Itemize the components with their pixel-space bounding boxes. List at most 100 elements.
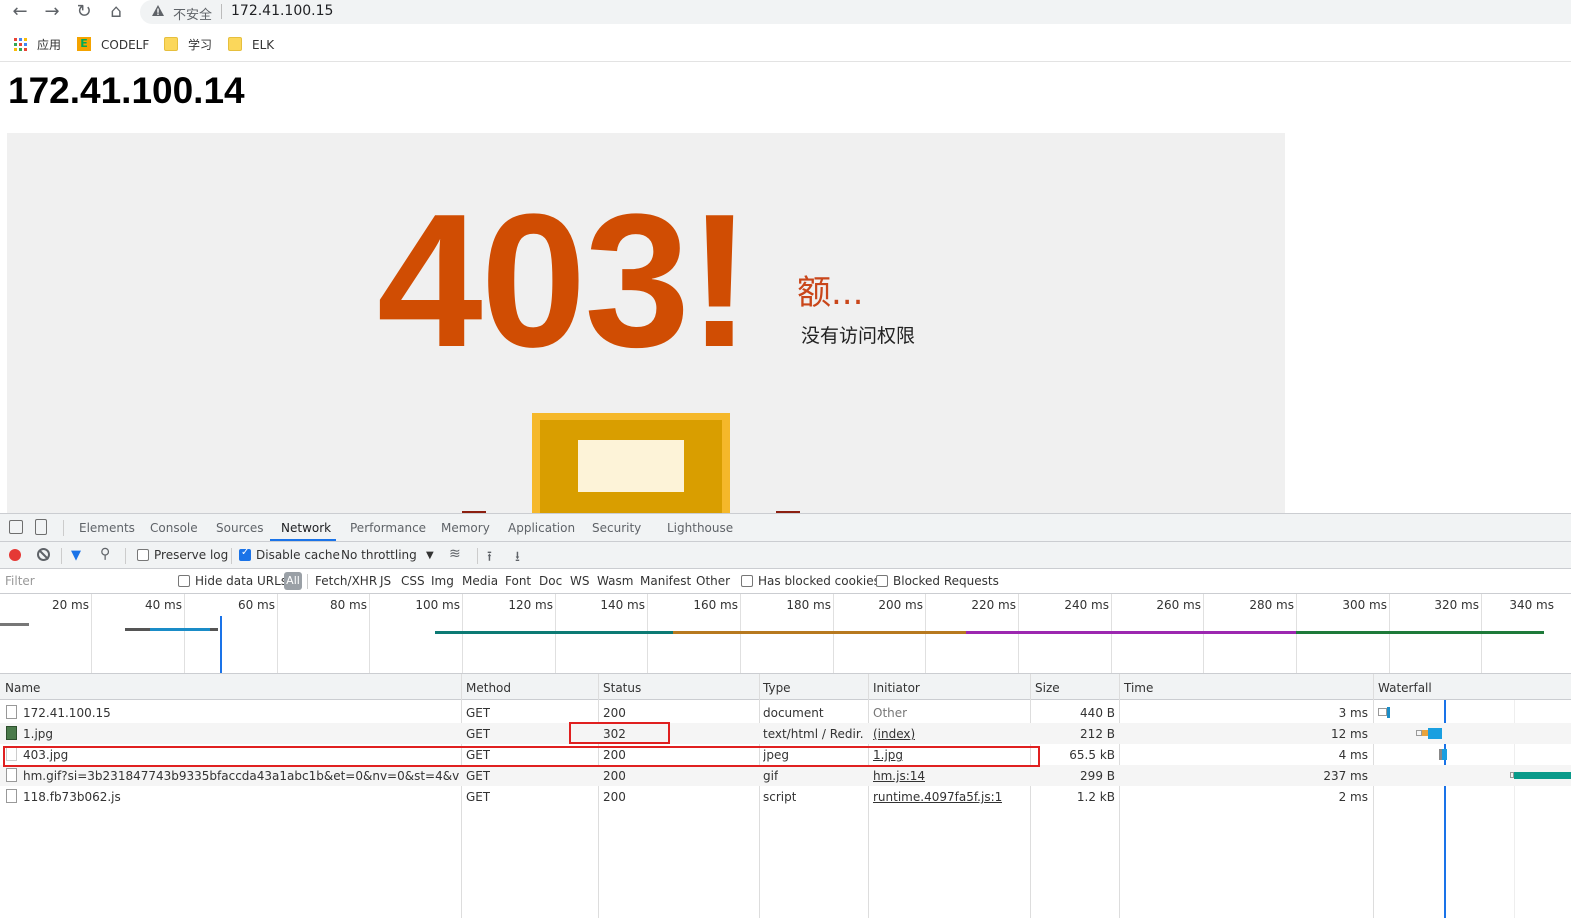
overview-bar [435,631,673,634]
divider [307,574,308,589]
active-tab-indicator [270,539,336,541]
blocked-requests-checkbox[interactable]: Blocked Requests [876,574,999,588]
image-file-icon [6,726,17,740]
column-header-status[interactable]: Status [603,681,641,695]
filter-type-ws[interactable]: WS [570,574,589,588]
time-tick: 100 ms [415,598,460,612]
time-tick: 340 ms [1509,598,1554,612]
request-name[interactable]: 172.41.100.15 [23,706,455,720]
filter-type-doc[interactable]: Doc [539,574,562,588]
filter-type-wasm[interactable]: Wasm [597,574,633,588]
tab-memory[interactable]: Memory [441,521,490,535]
time-tick: 240 ms [1064,598,1109,612]
error-code: 403! [377,175,751,387]
tab-console[interactable]: Console [150,521,198,535]
column-header-initiator[interactable]: Initiator [873,681,920,695]
grid-line [1481,594,1482,673]
filter-type-fetch[interactable]: Fetch/XHR [315,574,377,588]
table-row[interactable]: 118.fb73b062.js GET 200 script runtime.4… [0,786,1571,807]
disable-cache-checkbox[interactable]: Disable cache [239,547,340,562]
tab-lighthouse[interactable]: Lighthouse [667,521,733,535]
table-row[interactable]: hm.gif?si=3b231847743b9335bfaccda43a1abc… [0,765,1571,786]
network-conditions-icon[interactable]: ≋ [449,546,461,562]
request-name[interactable]: 118.fb73b062.js [23,790,455,804]
security-label[interactable]: 不安全 [173,4,212,23]
record-icon[interactable] [9,549,21,561]
request-initiator[interactable]: hm.js:14 [873,769,925,783]
checkbox-icon[interactable] [178,575,190,587]
request-initiator[interactable]: (index) [873,727,915,741]
column-header-method[interactable]: Method [466,681,511,695]
tab-sources[interactable]: Sources [216,521,263,535]
filter-type-all[interactable]: All [284,572,302,590]
filter-type-js[interactable]: JS [380,574,391,588]
column-header-name[interactable]: Name [5,681,40,695]
preserve-log-checkbox[interactable]: Preserve log [137,548,228,562]
tab-network[interactable]: Network [281,521,331,535]
grid-line [91,594,92,673]
home-icon[interactable]: ⌂ [105,1,127,23]
grid-line [369,594,370,673]
request-initiator[interactable]: runtime.4097fa5f.js:1 [873,790,1002,804]
overview-bar [0,623,29,626]
request-name[interactable]: hm.gif?si=3b231847743b9335bfaccda43a1abc… [23,769,459,783]
warning-triangle-icon[interactable] [151,4,165,18]
preserve-log-label: Preserve log [154,548,229,562]
has-blocked-cookies-checkbox[interactable]: Has blocked cookies [741,574,880,588]
table-row[interactable]: 172.41.100.15 GET 200 document Other 440… [0,702,1571,723]
network-overview[interactable]: 20 ms 40 ms 60 ms 80 ms 100 ms 120 ms 14… [0,594,1571,674]
grid-line [555,594,556,673]
grid-line [184,594,185,673]
filter-type-img[interactable]: Img [431,574,454,588]
highlight-box-status-302 [569,722,670,744]
waterfall-bar [1378,708,1387,716]
filter-type-media[interactable]: Media [462,574,498,588]
filter-type-font[interactable]: Font [505,574,531,588]
request-time: 237 ms [1323,769,1368,783]
checkbox-icon[interactable] [876,575,888,587]
address-bar[interactable]: 不安全 172.41.100.15 [140,0,1571,24]
overview-bar [1296,631,1544,634]
filter-type-manifest[interactable]: Manifest [640,574,691,588]
grid-line [1018,594,1019,673]
tab-security[interactable]: Security [592,521,641,535]
tab-elements[interactable]: Elements [79,521,135,535]
import-har-icon[interactable]: ⭱ [487,546,492,570]
document-icon [6,768,17,782]
inspect-element-icon[interactable] [9,520,23,534]
reload-icon[interactable]: ↻ [73,1,95,23]
waterfall-bar [1428,728,1442,739]
checkbox-icon[interactable] [741,575,753,587]
throttling-select[interactable]: No throttling [341,548,417,562]
error-subtitle: 额... [797,273,864,313]
checkbox-checked-icon[interactable] [239,547,251,561]
column-header-waterfall[interactable]: Waterfall [1378,681,1432,695]
column-header-time[interactable]: Time [1124,681,1153,695]
search-icon[interactable]: ⚲ [100,546,110,562]
grid-line [833,594,834,673]
request-name[interactable]: 1.jpg [23,727,455,741]
chevron-down-icon[interactable]: ▼ [426,550,434,561]
device-toolbar-icon[interactable] [35,519,47,535]
hide-data-urls-checkbox[interactable]: Hide data URLs [178,574,287,588]
column-header-type[interactable]: Type [763,681,791,695]
tab-performance[interactable]: Performance [350,521,426,535]
filter-input[interactable] [0,571,167,591]
export-har-icon[interactable]: ⭳ [515,546,520,570]
column-header-size[interactable]: Size [1035,681,1060,695]
filter-type-other[interactable]: Other [696,574,730,588]
url-text[interactable]: 172.41.100.15 [231,3,333,19]
request-time: 3 ms [1338,706,1368,720]
checkbox-icon[interactable] [137,549,149,561]
filter-type-css[interactable]: CSS [401,574,425,588]
filter-icon[interactable]: ▼ [71,548,81,563]
clear-icon[interactable] [37,548,50,561]
grid-line [740,594,741,673]
tab-application[interactable]: Application [508,521,575,535]
divider [231,548,232,564]
forward-arrow-icon[interactable]: → [41,1,63,23]
back-arrow-icon[interactable]: ← [9,1,31,23]
table-row[interactable]: 1.jpg GET 302 text/html / Redir... (inde… [0,723,1571,744]
bookmark-label: CODELF [101,38,150,52]
request-table: Name Method Status Type Initiator Size T… [0,674,1571,918]
